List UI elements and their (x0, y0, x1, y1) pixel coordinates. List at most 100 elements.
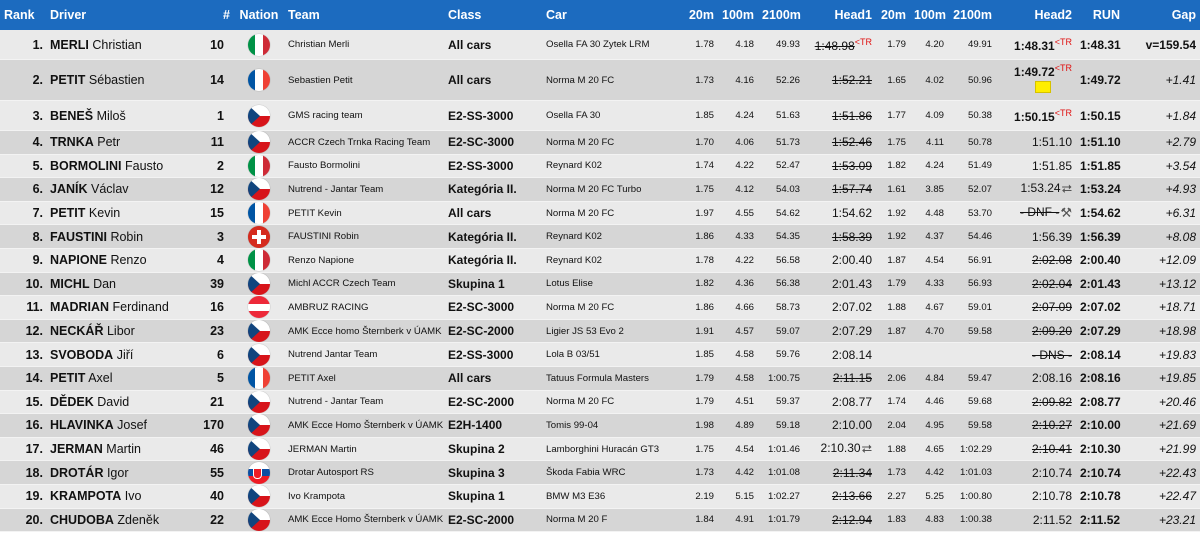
team: Renzo Napione (284, 248, 444, 273)
table-row[interactable]: 11. MADRIAN Ferdinand 16 AMBRUZ RACING E2-SC… (0, 295, 1200, 320)
run-time: 1:53.24 (1076, 177, 1124, 202)
driver-name[interactable]: NAPIONE Renzo (46, 248, 198, 273)
table-row[interactable]: 17. JERMAN Martin 46 JERMAN Martin Skupina 2… (0, 437, 1200, 462)
gap: +12.09 (1124, 248, 1200, 273)
car: Lotus Elise (542, 272, 676, 297)
split-100m-run1: 4.58 (718, 366, 758, 391)
driver-name[interactable]: CHUDOBA Zdeněk (46, 508, 198, 533)
driver-name[interactable]: DROTÁR Igor (46, 460, 198, 485)
col-gap[interactable]: Gap (1124, 0, 1200, 30)
col-2100m-run1[interactable]: 2100m (758, 0, 804, 30)
table-row[interactable]: 20. CHUDOBA Zdeněk 22 AMK Ecce Homo Šternbe… (0, 508, 1200, 533)
split-20m-run2: 1.79 (876, 30, 910, 60)
driver-name[interactable]: FAUSTINI Robin (46, 224, 198, 249)
col-run[interactable]: RUN (1076, 0, 1124, 30)
split-2100m-run1: 58.73 (758, 295, 804, 320)
head2-time: 2:11.52 (1032, 512, 1072, 527)
driver-name[interactable]: PETIT Axel (46, 366, 198, 391)
run-time: 2:10.74 (1076, 460, 1124, 485)
split-20m-run1: 1.79 (676, 366, 718, 391)
table-row[interactable]: 13. SVOBODA Jiří 6 Nutrend Jantar Team E2-SS… (0, 342, 1200, 367)
split-2100m-run1: 56.38 (758, 272, 804, 297)
split-20m-run1: 1.75 (676, 437, 718, 462)
col-driver[interactable]: Driver (46, 0, 198, 30)
table-row[interactable]: 2. PETIT Sébastien 14 Sebastien Petit All ca… (0, 59, 1200, 101)
team: JERMAN Martin (284, 437, 444, 462)
head2: 2:10.78 (996, 484, 1076, 509)
col-class[interactable]: Class (444, 0, 542, 30)
split-2100m-run2: 53.70 (948, 201, 996, 226)
rank: 13. (0, 342, 46, 367)
driver-name[interactable]: HLAVINKA Josef (46, 413, 198, 438)
split-2100m-run2: 56.91 (948, 248, 996, 273)
run-time: 2:11.52 (1076, 508, 1124, 533)
team: PETIT Axel (284, 366, 444, 391)
col-head1[interactable]: Head1 (804, 0, 876, 30)
table-row[interactable]: 18. DROTÁR Igor 55 Drotar Autosport RS Skupi… (0, 460, 1200, 485)
col-2100m-run2[interactable]: 2100m (948, 0, 996, 30)
flag-cz-icon (248, 390, 270, 413)
table-row[interactable]: 1. MERLI Christian 10 Christian Merli All ca… (0, 30, 1200, 60)
table-row[interactable]: 8. FAUSTINI Robin 3 FAUSTINI Robin Kategória… (0, 224, 1200, 249)
table-row[interactable]: 6. JANÍK Václav 12 Nutrend - Jantar Team Kat… (0, 177, 1200, 202)
flag-cz-icon (248, 320, 270, 342)
split-100m-run1: 4.89 (718, 413, 758, 438)
head2: 1:48.31<TR (996, 30, 1076, 60)
table-row[interactable]: 14. PETIT Axel 5 PETIT Axel All cars Tatuus F… (0, 366, 1200, 391)
col-number[interactable]: # (198, 0, 234, 30)
driver-name[interactable]: MERLI Christian (46, 30, 198, 60)
split-2100m-run2: 50.78 (948, 130, 996, 155)
head1: 2:00.40 (804, 248, 876, 273)
table-row[interactable]: 3. BENEŠ Miloš 1 GMS racing team E2-SS-3000 O… (0, 100, 1200, 131)
col-100m-run2[interactable]: 100m (910, 0, 948, 30)
table-row[interactable]: 10. MICHL Dan 39 Michl ACCR Czech Team Skupi… (0, 272, 1200, 297)
start-number: 5 (198, 366, 234, 391)
table-row[interactable]: 5. BORMOLINI Fausto 2 Fausto Bormolini E2-SS… (0, 154, 1200, 179)
table-row[interactable]: 9. NAPIONE Renzo 4 Renzo Napione Kategória I… (0, 248, 1200, 273)
table-row[interactable]: 15. DĚDEK David 21 Nutrend - Jantar Team E2-… (0, 390, 1200, 415)
col-team[interactable]: Team (284, 0, 444, 30)
split-100m-run1: 4.66 (718, 295, 758, 320)
driver-name[interactable]: SVOBODA Jiří (46, 342, 198, 367)
split-100m-run2: 4.46 (910, 390, 948, 415)
table-row[interactable]: 19. KRAMPOTA Ivo 40 Ivo Krampota Skupina 1 BM… (0, 484, 1200, 509)
head1: 1:52.21 (804, 59, 876, 101)
split-2100m-run2: 59.01 (948, 295, 996, 320)
col-100m-run1[interactable]: 100m (718, 0, 758, 30)
class: Kategória II. (444, 177, 542, 202)
driver-name[interactable]: PETIT Sébastien (46, 59, 198, 101)
col-car[interactable]: Car (542, 0, 676, 30)
head1: 2:08.14 (804, 342, 876, 367)
head1-time: 1:58.39 (831, 229, 872, 244)
gap: +1.84 (1124, 100, 1200, 131)
table-row[interactable]: 12. NECKÁŘ Libor 23 AMK Ecce homo Šternberk… (0, 319, 1200, 344)
driver-name[interactable]: DĚDEK David (46, 390, 198, 415)
col-20m-run2[interactable]: 20m (876, 0, 910, 30)
driver-name[interactable]: MICHL Dan (46, 272, 198, 297)
split-100m-run1: 4.55 (718, 201, 758, 226)
driver-name[interactable]: KRAMPOTA Ivo (46, 484, 198, 509)
split-20m-run2: 1.73 (876, 460, 910, 485)
driver-name[interactable]: BORMOLINI Fausto (46, 154, 198, 179)
split-2100m-run2: 1:02.29 (948, 437, 996, 462)
driver-name[interactable]: TRNKA Petr (46, 130, 198, 155)
driver-name[interactable]: BENEŠ Miloš (46, 100, 198, 131)
table-row[interactable]: 16. HLAVINKA Josef 170 AMK Ecce Homo Šternb… (0, 413, 1200, 438)
driver-name[interactable]: JERMAN Martin (46, 437, 198, 462)
col-nation[interactable]: Nation (234, 0, 284, 30)
table-row[interactable]: 7. PETIT Kevin 15 PETIT Kevin All cars Norma … (0, 201, 1200, 226)
head2-time: - DNS - (1032, 347, 1072, 362)
results-table: Rank Driver # Nation Team Class Car 20m … (0, 0, 1200, 533)
table-row[interactable]: 4. TRNKA Petr 11 ACCR Czech Trnka Racing Te… (0, 130, 1200, 155)
rank: 3. (0, 100, 46, 131)
col-20m-run1[interactable]: 20m (676, 0, 718, 30)
split-2100m-run1: 51.63 (758, 100, 804, 131)
driver-name[interactable]: MADRIAN Ferdinand (46, 295, 198, 320)
split-20m-run2: 1.75 (876, 130, 910, 155)
nation (234, 177, 284, 202)
driver-name[interactable]: JANÍK Václav (46, 177, 198, 202)
col-rank[interactable]: Rank (0, 0, 46, 30)
driver-name[interactable]: NECKÁŘ Libor (46, 319, 198, 344)
col-head2[interactable]: Head2 (996, 0, 1076, 30)
driver-name[interactable]: PETIT Kevin (46, 201, 198, 226)
